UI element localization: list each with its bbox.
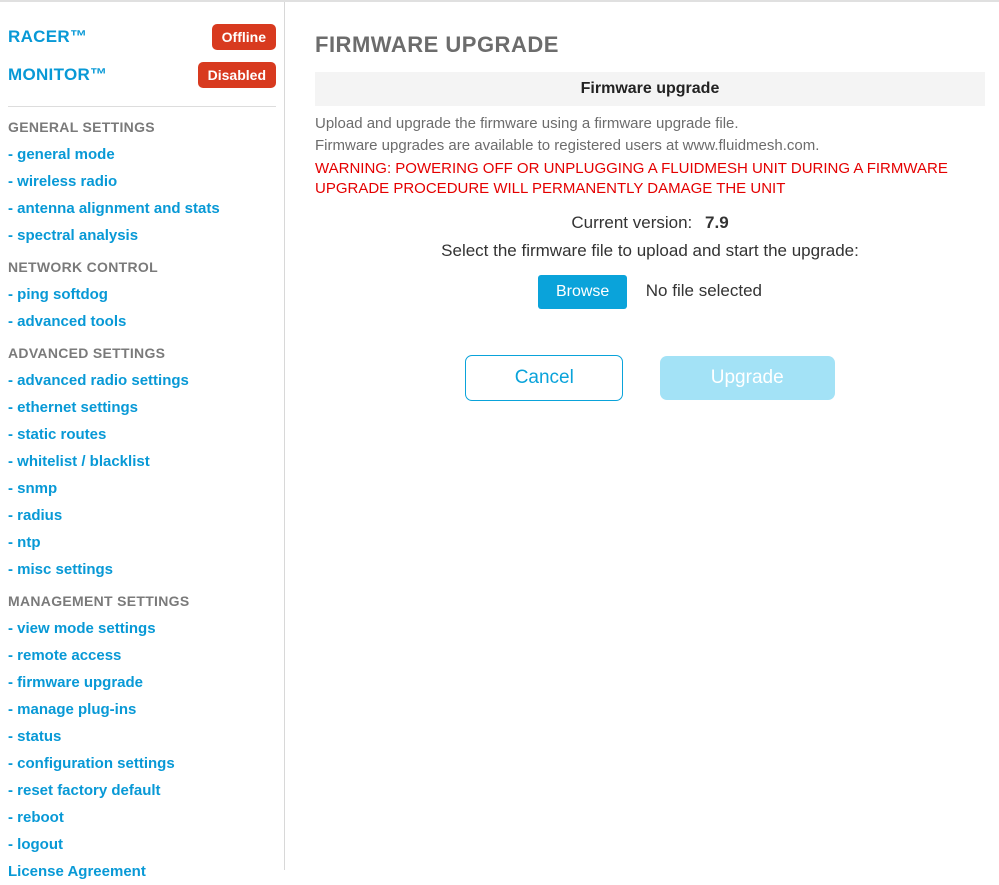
section-header: ADVANCED SETTINGS xyxy=(8,345,276,361)
version-value: 7.9 xyxy=(697,213,729,232)
nav-item[interactable]: - firmware upgrade xyxy=(8,669,276,696)
version-row: Current version: 7.9 xyxy=(315,213,985,233)
nav-item[interactable]: - view mode settings xyxy=(8,615,276,642)
badge-disabled: Disabled xyxy=(198,62,276,88)
version-label: Current version: xyxy=(571,213,692,232)
browse-button[interactable]: Browse xyxy=(538,275,627,309)
cancel-button[interactable]: Cancel xyxy=(465,355,623,401)
section-header: MANAGEMENT SETTINGS xyxy=(8,593,276,609)
nav-item[interactable]: - whitelist / blacklist xyxy=(8,448,276,475)
button-row: Cancel Upgrade xyxy=(315,355,985,401)
nav-item[interactable]: - snmp xyxy=(8,475,276,502)
nav-item[interactable]: - remote access xyxy=(8,642,276,669)
desc-line-1: Upload and upgrade the firmware using a … xyxy=(315,114,985,134)
nav-list: - view mode settings- remote access- fir… xyxy=(8,615,276,885)
brand-monitor[interactable]: MONITOR™ xyxy=(8,65,107,85)
sidebar: RACER™ Offline MONITOR™ Disabled GENERAL… xyxy=(0,2,285,870)
badge-offline: Offline xyxy=(212,24,276,50)
status-row-racer: RACER™ Offline xyxy=(8,20,276,62)
nav-item[interactable]: - manage plug-ins xyxy=(8,696,276,723)
nav-item[interactable]: - reset factory default xyxy=(8,777,276,804)
nav-item[interactable]: - logout xyxy=(8,831,276,858)
nav-item[interactable]: - configuration settings xyxy=(8,750,276,777)
nav-list: - advanced radio settings- ethernet sett… xyxy=(8,367,276,583)
file-row: Browse No file selected xyxy=(315,275,985,309)
nav-item[interactable]: License Agreement xyxy=(8,858,276,885)
nav-item[interactable]: - antenna alignment and stats xyxy=(8,195,276,222)
nav-list: - ping softdog- advanced tools xyxy=(8,281,276,335)
sidebar-divider xyxy=(8,106,276,107)
main-content: FIRMWARE UPGRADE Firmware upgrade Upload… xyxy=(285,2,999,870)
upgrade-button[interactable]: Upgrade xyxy=(660,356,835,400)
nav-item[interactable]: - general mode xyxy=(8,141,276,168)
desc-line-2: Firmware upgrades are available to regis… xyxy=(315,136,985,156)
nav-item[interactable]: - misc settings xyxy=(8,556,276,583)
nav-item[interactable]: - ethernet settings xyxy=(8,394,276,421)
select-file-text: Select the firmware file to upload and s… xyxy=(315,241,985,261)
nav-item[interactable]: - status xyxy=(8,723,276,750)
nav-item[interactable]: - ping softdog xyxy=(8,281,276,308)
nav-item[interactable]: - advanced tools xyxy=(8,308,276,335)
warning-text: WARNING: POWERING OFF OR UNPLUGGING A FL… xyxy=(315,159,985,200)
nav-item[interactable]: - advanced radio settings xyxy=(8,367,276,394)
nav-item[interactable]: - ntp xyxy=(8,529,276,556)
nav-list: - general mode- wireless radio- antenna … xyxy=(8,141,276,249)
nav-item[interactable]: - radius xyxy=(8,502,276,529)
nav-item[interactable]: - wireless radio xyxy=(8,168,276,195)
status-row-monitor: MONITOR™ Disabled xyxy=(8,62,276,102)
nav-item[interactable]: - reboot xyxy=(8,804,276,831)
brand-racer[interactable]: RACER™ xyxy=(8,27,87,47)
file-status: No file selected xyxy=(632,281,762,300)
panel-title: Firmware upgrade xyxy=(315,72,985,106)
section-header: GENERAL SETTINGS xyxy=(8,119,276,135)
page-title: FIRMWARE UPGRADE xyxy=(315,32,985,58)
nav-item[interactable]: - static routes xyxy=(8,421,276,448)
nav-item[interactable]: - spectral analysis xyxy=(8,222,276,249)
section-header: NETWORK CONTROL xyxy=(8,259,276,275)
